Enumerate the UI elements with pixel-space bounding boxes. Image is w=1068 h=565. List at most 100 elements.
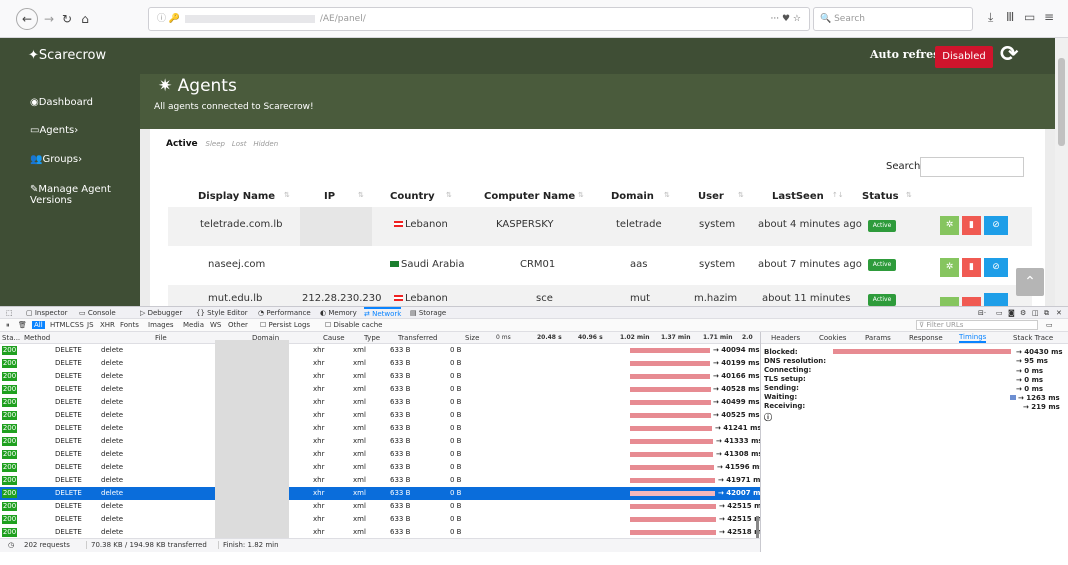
screenshot-icon[interactable]: ◙ [1008,309,1015,317]
reload-icon[interactable]: ↻ [60,8,74,30]
tab-console[interactable]: ▭ Console [79,309,116,317]
request-row[interactable]: 200 DELETE delete xhr xml 633 B 0 B → 40… [0,383,760,396]
tab-timings[interactable]: Timings [959,333,987,343]
table-search-input[interactable] [920,157,1024,177]
tab-cookies[interactable]: Cookies [819,334,846,342]
sidebar-item-manage-versions[interactable]: ✎Manage Agent Versions [30,184,130,206]
sidebar-item-dashboard[interactable]: ◉Dashboard [30,97,93,108]
download-icon[interactable]: ⤓ [988,10,993,25]
filter-fonts[interactable]: Fonts [120,321,139,329]
page-scrollbar-thumb[interactable] [1058,58,1065,146]
tab-memory[interactable]: ◐ Memory [320,309,357,317]
pick-element-icon[interactable]: ⬚ [6,309,13,317]
delete-button[interactable]: ▮ [962,216,981,235]
col-user[interactable]: User [698,191,724,202]
sort-icon[interactable]: ⇅ [284,191,290,199]
filter-js[interactable]: JS [87,321,94,329]
disable-cache-checkbox[interactable]: ☐ Disable cache [325,321,382,329]
sort-icon[interactable]: ⇅ [578,191,584,199]
hide-button[interactable]: ⊘ [984,216,1008,235]
sort-icon[interactable]: ⇅ [664,191,670,199]
library-icon[interactable]: Ⅲ [1006,10,1014,24]
dock-side-icon[interactable]: ◫ [1032,309,1039,317]
sidebar-item-groups[interactable]: 👥Groups› [30,154,82,165]
filter-xhr[interactable]: XHR [100,321,115,329]
sort-icon[interactable]: ⇅ [738,191,744,199]
hide-button[interactable] [984,293,1008,306]
request-row[interactable]: 200 DELETE delete xhr xml 633 B 0 B → 41… [0,448,763,461]
back-icon[interactable]: ← [16,8,38,30]
filter-all[interactable]: All [32,321,45,329]
tab-style-editor[interactable]: {} Style Editor [196,309,248,317]
filter-html[interactable]: HTML [50,321,69,329]
col-cause[interactable]: Cause [323,334,345,342]
toggle-panel-icon[interactable]: ▭ [1046,321,1053,329]
request-row[interactable]: 200 DELETE delete xhr xml 633 B 0 B → 40… [0,370,760,383]
auto-refresh-toggle[interactable]: Disabled [935,46,993,68]
dock-icon[interactable]: ⊟· [978,309,986,317]
request-row[interactable]: 200 DELETE delete xhr xml 633 B 0 B → 42… [0,526,760,538]
scroll-top-button[interactable]: ⌃ [1016,268,1044,296]
sort-icon[interactable]: ⇅ [358,191,364,199]
delete-button[interactable]: ▮ [962,258,981,277]
request-row[interactable]: 200 DELETE delete xhr xml 633 B 0 B → 40… [0,409,760,422]
request-row[interactable]: 200 DELETE delete xhr xml 633 B 0 B → 42… [0,513,766,526]
trash-icon[interactable]: 🗑 [18,321,27,329]
request-row[interactable]: 200 DELETE delete xhr xml 633 B 0 B → 40… [0,396,760,409]
performance-icon[interactable]: ◷ [8,541,14,549]
settings-button[interactable] [940,297,959,306]
sidebar-icon[interactable]: ▭ [1024,10,1035,24]
tab-performance[interactable]: ◔ Performance [258,309,311,317]
tab-hidden[interactable]: Hidden [253,140,278,148]
browser-search[interactable]: 🔍 Search [813,7,973,31]
tab-response[interactable]: Response [909,334,943,342]
col-lastseen[interactable]: LastSeen [772,191,824,202]
filter-ws[interactable]: WS [210,321,221,329]
url-bar[interactable]: ⓘ 🔑 /AE/panel/ ··· ♥ ☆ [148,7,810,31]
request-row[interactable]: 200 DELETE delete xhr xml 633 B 0 B → 40… [0,357,760,370]
refresh-icon[interactable]: ⟳ [1000,42,1018,67]
brand[interactable]: ✦Scarecrow [28,48,106,63]
forward-icon[interactable]: → [42,8,56,30]
col-size[interactable]: Size [465,334,479,342]
tab-sleep[interactable]: Sleep [206,140,225,148]
col-type[interactable]: Type [364,334,380,342]
tab-active[interactable]: Active [166,139,198,149]
col-file[interactable]: File [155,334,167,342]
col-domain[interactable]: Domain [611,191,654,202]
col-status[interactable]: Sta... [2,334,20,342]
request-row[interactable]: 200 DELETE delete xhr xml 633 B 0 B → 40… [0,344,760,357]
responsive-icon[interactable]: ▭ [996,309,1003,317]
tab-headers[interactable]: Headers [771,334,800,342]
col-computer-name[interactable]: Computer Name [484,191,575,202]
tab-inspector[interactable]: ▢ Inspector [26,309,68,317]
tab-params[interactable]: Params [865,334,891,342]
filter-urls-input[interactable]: ⊽ Filter URLs [916,320,1038,330]
popout-icon[interactable]: ⧉ [1044,309,1049,318]
settings-button[interactable]: ✲ [940,258,959,277]
sort-icon[interactable]: ⇅ [446,191,452,199]
pause-icon[interactable]: ⏸ [6,321,10,330]
col-status[interactable]: Status [862,191,899,202]
request-row[interactable]: 200 DELETE delete xhr xml 633 B 0 B → 41… [0,435,763,448]
sort-icon[interactable]: ⇅ [906,191,912,199]
tab-storage[interactable]: ▤ Storage [410,309,446,317]
close-icon[interactable]: ✕ [1056,309,1062,317]
settings-button[interactable]: ✲ [940,216,959,235]
col-transferred[interactable]: Transferred [398,334,438,342]
filter-media[interactable]: Media [183,321,204,329]
sort-icon[interactable]: ↑↓ [832,191,844,199]
menu-icon[interactable]: ≡ [1044,10,1054,24]
request-row[interactable]: 200 DELETE delete xhr xml 633 B 0 B → 41… [0,474,765,487]
request-row[interactable]: 200 DELETE delete xhr xml 633 B 0 B → 41… [0,461,764,474]
delete-button[interactable] [962,297,981,306]
col-method[interactable]: Method [24,334,50,342]
gear-icon[interactable]: ⚙ [1020,309,1026,317]
hide-button[interactable]: ⊘ [984,258,1008,277]
network-scrollbar[interactable] [756,516,759,538]
tab-stack-trace[interactable]: Stack Trace [1013,334,1053,342]
tab-debugger[interactable]: ▷ Debugger [140,309,182,317]
sidebar-item-agents[interactable]: ▭Agents› [30,125,78,136]
request-row[interactable]: 200 DELETE delete xhr xml 633 B 0 B → 41… [0,422,762,435]
request-row[interactable]: 200 DELETE delete xhr xml 633 B 0 B → 42… [0,500,766,513]
